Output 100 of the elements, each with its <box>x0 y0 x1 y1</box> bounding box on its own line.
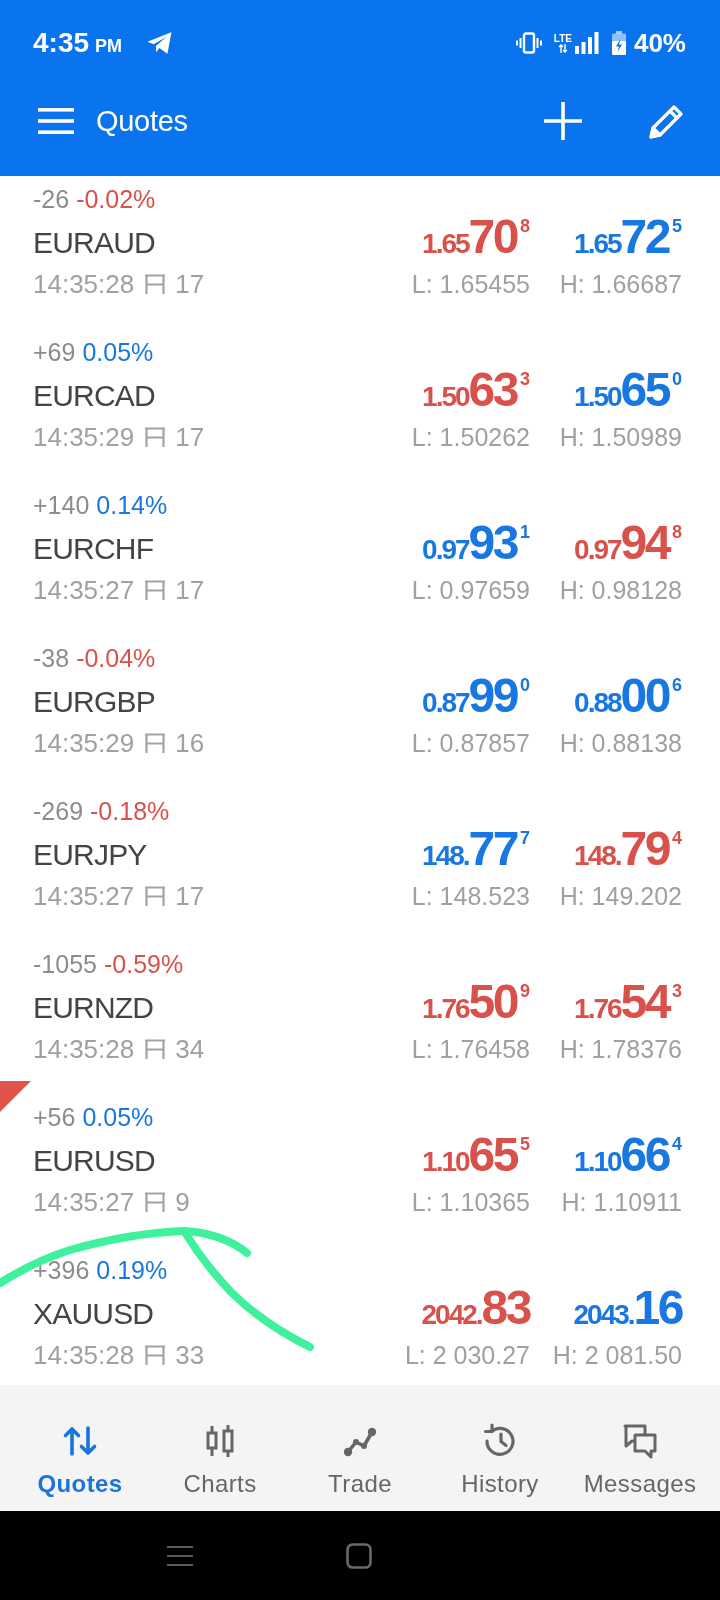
clock-period: PM <box>95 36 123 57</box>
spread-icon <box>144 274 167 294</box>
symbol-name: EURAUD <box>33 225 155 261</box>
change-points: +140 <box>33 490 90 520</box>
screen-title: Quotes <box>96 104 188 138</box>
change-points: +396 <box>33 1255 90 1285</box>
quote-time: 14:35:27 <box>33 883 135 909</box>
spread-icon <box>144 580 167 600</box>
nav-tab[interactable]: Trade <box>290 1385 430 1511</box>
quote-time: 14:35:29 <box>33 730 135 756</box>
add-icon[interactable] <box>543 101 583 141</box>
home-icon[interactable] <box>346 1542 372 1569</box>
symbol-name: EURJPY <box>33 837 147 873</box>
data-arrows-icon <box>557 44 568 53</box>
quote-time: 14:35:28 <box>33 1036 135 1062</box>
menu-icon[interactable] <box>38 108 74 134</box>
low-price: L: 0.97659 <box>411 577 530 603</box>
symbol-name: EURUSD <box>33 1143 155 1179</box>
ask-price: 148.79$^{4}$ <box>574 827 682 877</box>
change-points: -38 <box>33 643 70 673</box>
spread-value: 17 <box>175 424 205 450</box>
ask-price: 0.8800$^{6}$ <box>574 674 682 724</box>
bid-price: 1.1065$^{5}$ <box>422 1133 530 1183</box>
quote-time: 14:35:28 <box>33 271 135 297</box>
battery-percent: 40% <box>633 28 686 58</box>
bid-price: 0.9793$^{1}$ <box>422 521 530 571</box>
symbol-name: EURGBP <box>33 684 155 720</box>
change-percent: 0.14% <box>96 490 168 520</box>
change-percent: -0.18% <box>90 796 170 826</box>
quote-time: 14:35:29 <box>33 424 135 450</box>
ask-price: 2043.16 <box>573 1286 682 1336</box>
high-price: H: 1.50989 <box>559 424 682 450</box>
symbol-name: EURNZD <box>33 990 154 1026</box>
high-price: H: 1.78376 <box>559 1036 682 1062</box>
signal-icon <box>574 32 599 54</box>
change-points: -1055 <box>33 949 97 979</box>
ask-price: 1.5065$^{0}$ <box>574 368 682 418</box>
nav-tab[interactable]: Quotes <box>10 1385 150 1511</box>
battery-icon <box>611 31 626 55</box>
low-price: L: 1.76458 <box>411 1036 530 1062</box>
spread-value: 34 <box>175 1036 205 1062</box>
low-price: L: 2 030.27 <box>404 1342 530 1368</box>
change-points: +56 <box>33 1102 76 1132</box>
high-price: H: 1.66687 <box>559 271 682 297</box>
nav-tab[interactable]: History <box>430 1385 570 1511</box>
change-percent: 0.05% <box>82 1102 154 1132</box>
high-price: H: 0.88138 <box>559 730 682 756</box>
change-points: -26 <box>33 184 70 214</box>
low-price: L: 1.65455 <box>411 271 530 297</box>
bid-price: 1.7650$^{9}$ <box>422 980 530 1030</box>
bid-price: 2042.83 <box>421 1286 530 1336</box>
bid-price: 1.5063$^{3}$ <box>422 368 530 418</box>
spread-icon <box>144 1192 167 1212</box>
change-percent: 0.19% <box>96 1255 168 1285</box>
up-down-arrows-icon <box>62 1423 98 1459</box>
change-percent: -0.59% <box>103 949 184 979</box>
nav-tab[interactable]: Messages <box>570 1385 710 1511</box>
spread-icon <box>144 733 167 753</box>
high-price: H: 0.98128 <box>559 577 682 603</box>
symbol-name: XAUUSD <box>33 1296 154 1332</box>
spread-value: 9 <box>175 1189 190 1215</box>
change-points: -269 <box>33 796 84 826</box>
nav-tab[interactable]: Charts <box>150 1385 290 1511</box>
low-price: L: 1.50262 <box>411 424 530 450</box>
low-price: L: 0.87857 <box>411 730 530 756</box>
high-price: H: 1.10911 <box>561 1189 682 1215</box>
spread-value: 16 <box>175 730 205 756</box>
ask-price: 0.9794$^{8}$ <box>574 521 682 571</box>
network-type: LTE <box>553 33 572 44</box>
bid-price: 148.77$^{7}$ <box>422 827 530 877</box>
low-price: L: 148.523 <box>411 883 530 909</box>
recent-apps-icon[interactable] <box>167 1545 193 1566</box>
spread-value: 17 <box>175 271 205 297</box>
spread-value: 33 <box>175 1342 205 1368</box>
quote-time: 14:35:28 <box>33 1342 135 1368</box>
spread-value: 17 <box>175 577 205 603</box>
change-points: +69 <box>33 337 76 367</box>
quote-time: 14:35:27 <box>33 1189 135 1215</box>
ask-price: 1.6572$^{5}$ <box>574 215 682 265</box>
ask-price: 1.7654$^{3}$ <box>574 980 682 1030</box>
change-percent: -0.04% <box>76 643 156 673</box>
quote-time: 14:35:27 <box>33 577 135 603</box>
speech-bubbles-icon <box>622 1423 658 1459</box>
vibrate-icon <box>515 32 542 54</box>
spread-value: 17 <box>175 883 205 909</box>
bid-price: 0.8799$^{0}$ <box>422 674 530 724</box>
spread-icon <box>144 1345 167 1365</box>
ask-price: 1.1066$^{4}$ <box>574 1133 682 1183</box>
clock-time: 4:35 <box>33 27 90 59</box>
low-price: L: 1.10365 <box>411 1189 530 1215</box>
symbol-name: EURCHF <box>33 531 154 567</box>
spread-icon <box>144 886 167 906</box>
bid-price: 1.6570$^{8}$ <box>422 215 530 265</box>
high-price: H: 2 081.50 <box>552 1342 682 1368</box>
symbol-name: EURCAD <box>33 378 155 414</box>
change-percent: 0.05% <box>82 337 154 367</box>
history-icon <box>482 1423 518 1459</box>
spread-icon <box>144 427 167 447</box>
change-percent: -0.02% <box>76 184 156 214</box>
high-price: H: 149.202 <box>559 883 682 909</box>
